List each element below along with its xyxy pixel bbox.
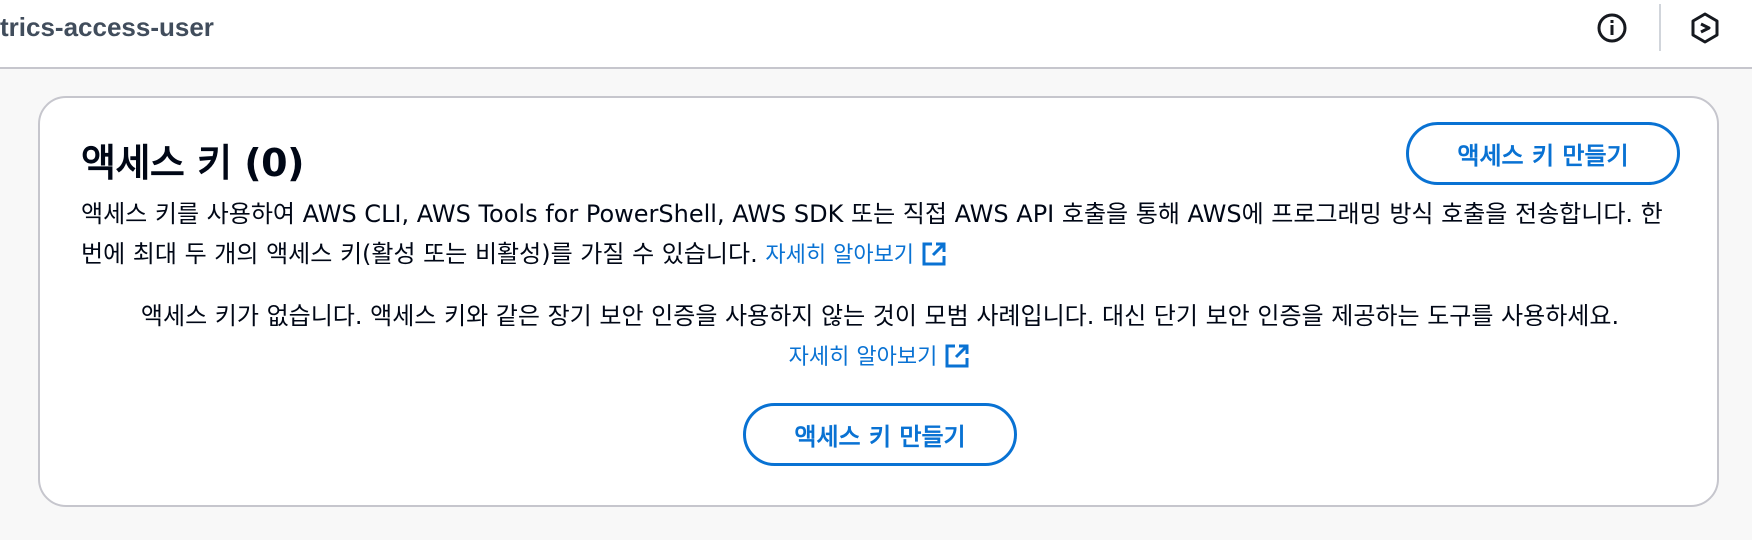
access-keys-description: 액세스 키를 사용하여 AWS CLI, AWS Tools for Power… (81, 194, 1681, 276)
create-access-key-button[interactable]: 액세스 키 만들기 (1406, 122, 1680, 185)
learn-more-label: 자세히 알아보기 (765, 243, 915, 268)
header-divider (1659, 4, 1661, 51)
info-icon[interactable] (1593, 9, 1631, 47)
page-title: trics-access-user (0, 12, 214, 42)
access-keys-panel: 액세스 키 (0) 액세스 키 만들기 액세스 키를 사용하여 AWS CLI,… (38, 96, 1719, 507)
empty-state-message: 액세스 키가 없습니다. 액세스 키와 같은 장기 보안 인증을 사용하지 않는… (90, 296, 1670, 378)
external-link-icon (943, 342, 971, 370)
empty-state-text: 액세스 키가 없습니다. 액세스 키와 같은 장기 보안 인증을 사용하지 않는… (140, 302, 1620, 330)
access-keys-title: 액세스 키 (0) (81, 141, 304, 185)
cloudshell-logo-icon[interactable] (1686, 9, 1724, 47)
empty-create-access-key-button[interactable]: 액세스 키 만들기 (743, 403, 1017, 466)
top-header-bar: trics-access-user (0, 0, 1752, 69)
empty-learn-more-label: 자세히 알아보기 (788, 345, 938, 370)
learn-more-link[interactable]: 자세히 알아보기 (765, 240, 948, 268)
external-link-icon (920, 240, 948, 268)
empty-learn-more-link[interactable]: 자세히 알아보기 (788, 342, 972, 370)
